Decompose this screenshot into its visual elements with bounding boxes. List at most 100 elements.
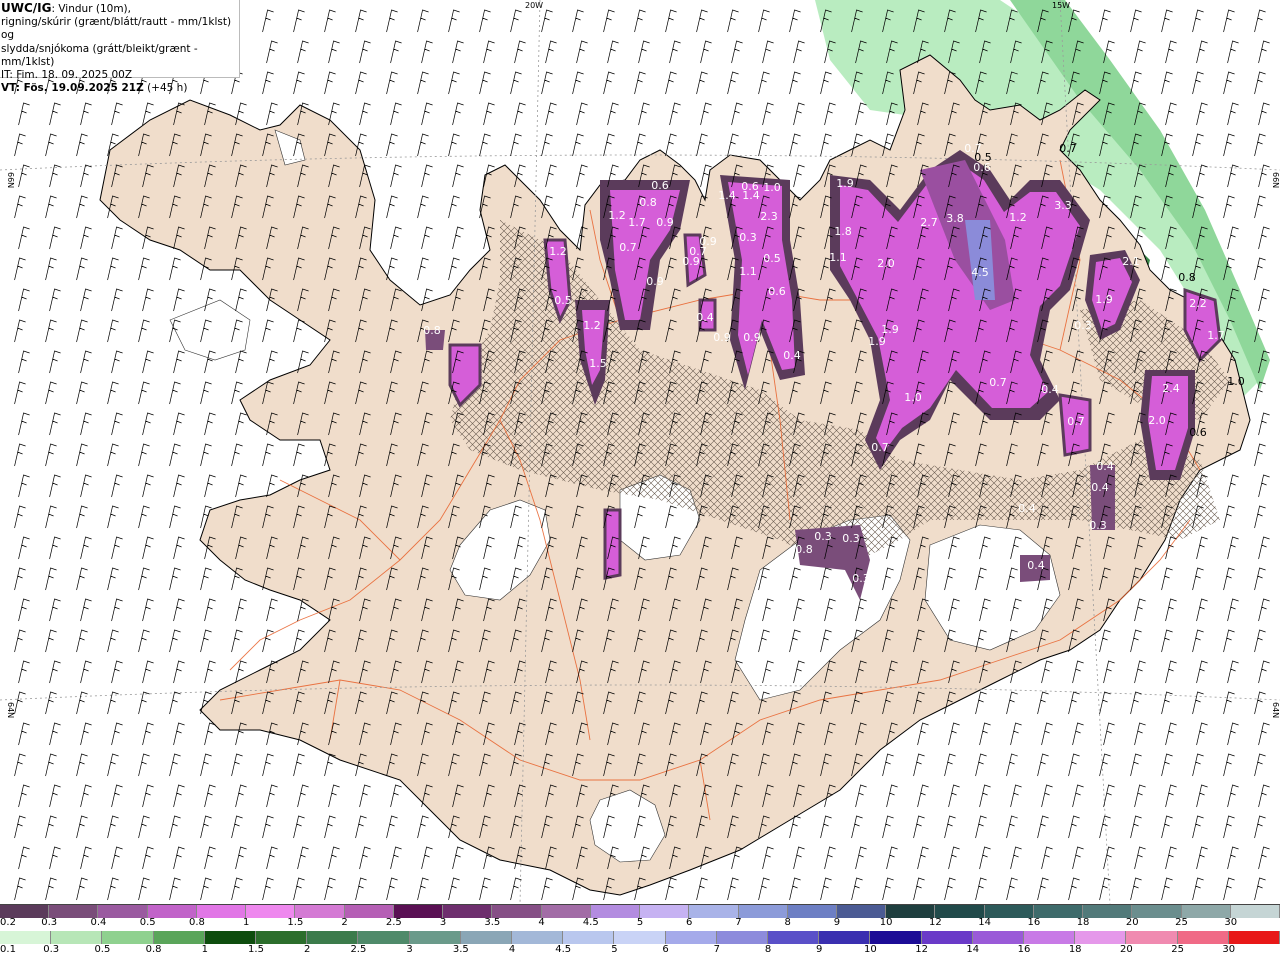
precip-value-label: 0.4: [1041, 383, 1059, 396]
precip-value-label: 1.7: [628, 216, 646, 229]
legend-label: 4: [538, 917, 545, 928]
precip-value-label: 0.5: [763, 252, 781, 265]
legend-swatch: [358, 931, 410, 944]
precip-value-label: 1.9: [868, 335, 886, 348]
precip-value-label: 0.6: [768, 285, 786, 298]
product-name: UWC/IG: [1, 1, 52, 15]
legend-label: 0.2: [0, 917, 16, 928]
legend-swatch: [1228, 931, 1280, 944]
legend-label: 0.8: [188, 917, 205, 928]
legend-label: 30: [1224, 917, 1238, 928]
precip-value-label: 1.0: [1227, 375, 1245, 388]
label-64n-right: 64N: [1271, 702, 1280, 718]
legend-swatch: [768, 931, 820, 944]
precip-value-label: 0.9: [743, 331, 761, 344]
precip-value-label: 1.2: [1009, 211, 1027, 224]
legend-label: 9: [833, 917, 841, 928]
precip-value-label: 0.3: [852, 572, 870, 585]
legend-label: 18: [1076, 917, 1090, 928]
legend-label: 4.5: [582, 917, 599, 928]
precip-value-label: 1.0: [904, 391, 922, 404]
legend-swatch: [460, 931, 513, 944]
legend-label: 20: [1120, 944, 1133, 955]
legend-swatch: [0, 931, 52, 944]
legend-label: 2.5: [385, 917, 402, 928]
legend-label: 10: [864, 944, 877, 955]
precip-value-label: 0.4: [1027, 559, 1045, 572]
precip-value-label: 0.8: [1178, 271, 1196, 284]
legend-label: 2.5: [350, 944, 367, 955]
precip-value-label: 1.7: [1207, 329, 1225, 342]
precip-value-label: 0.7: [689, 245, 707, 258]
precip-value-label: 2.1: [1122, 255, 1140, 268]
precip-value-label: 3.8: [946, 212, 964, 225]
precip-value-label: 4.5: [971, 266, 989, 279]
legend-swatch: [102, 931, 154, 944]
precip-value-label: 1.9: [1095, 293, 1113, 306]
legend-label: 1.5: [248, 944, 264, 955]
valid-time: VT: Fös. 19.09.2025 21Z: [1, 82, 144, 95]
precip-value-label: 0.5: [554, 294, 572, 307]
legend-label: 4.5: [555, 944, 572, 955]
precip-value-label: 0.3: [814, 530, 832, 543]
legend-label: 7: [735, 917, 742, 928]
precip-value-label: 2.0: [877, 257, 895, 270]
snow-legend-colorbar: [0, 904, 1280, 918]
legend-label: 4: [508, 944, 516, 955]
legend-label: 0.3: [43, 944, 60, 955]
precip-value-label: 3.3: [1054, 199, 1072, 212]
legend-label: 1.5: [287, 917, 304, 928]
legend-swatch: [614, 931, 666, 944]
legend-label: 14: [978, 917, 991, 928]
legend-label: 16: [1027, 917, 1041, 928]
legend-label: 25: [1175, 917, 1188, 928]
precip-value-label: 0.6: [651, 179, 669, 192]
legend-label: 0.8: [145, 944, 162, 955]
snow-legend-labels: 0.2 0.3 0.4 0.5 0.8 1 1.5 2 2.5 3 3.5 4 4.5 5 6 7 8 9 10 12…: [0, 917, 1280, 931]
label-20w: 20W: [525, 1, 543, 10]
legend-label: 3.5: [484, 917, 501, 928]
precip-value-label: 1.2: [583, 319, 601, 332]
init-time: IT: Fim. 18. 09. 2025 00Z: [1, 69, 133, 82]
legend-swatch: [51, 931, 103, 944]
legend-swatch: [870, 931, 922, 944]
legend-label: 30: [1222, 944, 1236, 955]
legend-swatch: [1024, 931, 1076, 944]
legend-label: 14: [966, 944, 980, 955]
legend-swatch: [256, 931, 308, 944]
precip-value-label: 1.2: [549, 245, 567, 258]
legend-label: 8: [764, 944, 772, 955]
legend-label: 7: [713, 944, 720, 955]
precip-value-label: 1.2: [608, 209, 626, 222]
legend-label: 1: [201, 944, 208, 955]
legend-label: 12: [915, 944, 928, 955]
precip-value-label: 1.4: [718, 189, 736, 202]
legend-swatch: [921, 931, 973, 944]
label-66n-right: 66N: [1271, 172, 1280, 188]
precip-value-label: 2.2: [1189, 297, 1207, 310]
precip-value-label: 0.3: [842, 532, 860, 545]
weather-map: 20W 15W 66N 66N 64N 64N 0.6 1.2 0.8 1.7 0.9 0…: [0, 0, 1280, 904]
legend-label: 0.1: [0, 944, 16, 955]
precip-value-label: 0.9: [656, 216, 674, 229]
precip-value-label: 1.4: [742, 189, 760, 202]
precip-value-label: 0.7: [619, 241, 637, 254]
rain-legend-labels: 0.1 0.3 0.5 0.8 1 1.5 2 2.5 3 3.5 4 4.5 5 6 7 8 9 10 12 14 1…: [0, 944, 1280, 958]
legend-label: 25: [1171, 944, 1184, 955]
legend-label: 1: [242, 917, 250, 928]
precip-value-label: 0.7: [1067, 415, 1085, 428]
precip-value-label: 2.0: [1148, 414, 1166, 427]
precip-value-label: 1.9: [836, 177, 854, 190]
precip-value-label: 1.5: [589, 357, 607, 370]
legend-swatch: [819, 931, 871, 944]
legend-label: 18: [1068, 944, 1082, 955]
legend-swatch: [512, 931, 564, 944]
legend-label: 12: [929, 917, 942, 928]
rain-legend-colorbar: [0, 931, 1280, 944]
legend-label: 3.5: [452, 944, 469, 955]
legend-swatch: [716, 931, 769, 944]
header-line2: rigning/skúrir (grænt/blátt/rautt - mm/1…: [1, 16, 232, 42]
precip-value-label: 0.9: [713, 331, 731, 344]
precip-value-label: 0.9: [646, 275, 664, 288]
legend-label: 2: [304, 944, 311, 955]
